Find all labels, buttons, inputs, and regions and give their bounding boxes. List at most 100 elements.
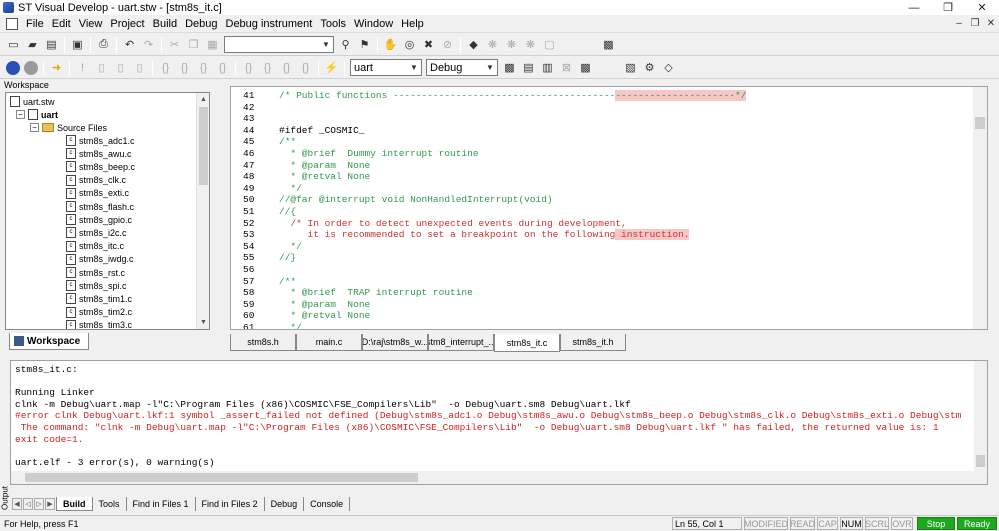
step-icon[interactable]: ❋ <box>484 36 501 53</box>
brace-step-out-icon[interactable]: {} <box>195 59 212 76</box>
output-hscroll[interactable] <box>11 471 987 484</box>
build-icon[interactable]: ▤ <box>520 59 537 76</box>
doc-step-icon[interactable]: ▯ <box>112 59 129 76</box>
code-line[interactable]: 52 /* In order to detect unexpected even… <box>231 218 971 230</box>
tree-file[interactable]: c stm8s_beep.c <box>66 160 135 173</box>
code-line[interactable]: 43 <box>231 113 971 125</box>
tree-folder[interactable]: − Source Files <box>30 121 107 134</box>
file-tab[interactable]: D:\raj\stm8s_w... <box>362 334 428 351</box>
save-icon[interactable]: ▣ <box>69 36 86 53</box>
brace-asm-out-icon[interactable]: {} <box>278 59 295 76</box>
breakpoint-icon[interactable]: ◎ <box>401 36 418 53</box>
cut-icon[interactable]: ✂ <box>166 36 183 53</box>
scroll-down-icon[interactable]: ▼ <box>197 316 209 329</box>
code-line[interactable]: 50 //@far @interrupt void NonHandledInter… <box>231 194 971 206</box>
tree-file[interactable]: c stm8s_gpio.c <box>66 213 132 226</box>
minimize-button[interactable]: — <box>897 0 931 15</box>
file-tab[interactable]: stm8s_it.c <box>494 334 560 352</box>
find-combo[interactable]: ▼ <box>224 36 334 53</box>
output-tab[interactable]: Console <box>304 497 351 511</box>
last-tab-icon[interactable]: ▶ <box>45 498 55 510</box>
code-line[interactable]: 49 */ <box>231 183 971 195</box>
redo-icon[interactable]: ↷ <box>140 36 157 53</box>
open-project-icon[interactable]: ▤ <box>43 36 60 53</box>
chevron-down-icon[interactable]: ▼ <box>483 60 497 75</box>
brace-asm-in-icon[interactable]: {} <box>240 59 257 76</box>
output-vscroll[interactable] <box>974 361 987 471</box>
tree-project[interactable]: − uart <box>16 108 58 121</box>
file-tab[interactable]: main.c <box>296 334 362 351</box>
next-tab-icon[interactable]: ▷ <box>34 498 44 510</box>
run-icon[interactable]: ➜ <box>48 59 65 76</box>
code-line[interactable]: 42 <box>231 102 971 114</box>
tree-file[interactable]: c stm8s_tim2.c <box>66 306 132 319</box>
file-tab[interactable]: stm8s_it.h <box>560 334 626 351</box>
code-line[interactable]: 46 * @brief Dummy interrupt routine <box>231 148 971 160</box>
code-line[interactable]: 60 * @retval None <box>231 310 971 322</box>
file-tab[interactable]: stm8_interrupt_... <box>428 334 494 351</box>
mdi-restore-button[interactable]: ❐ <box>967 18 983 29</box>
output-tab[interactable]: Find in Files 2 <box>196 497 265 511</box>
program-icon[interactable]: ▩ <box>577 59 594 76</box>
doc-stepover-icon[interactable]: ▯ <box>131 59 148 76</box>
step-over-icon[interactable]: ❋ <box>503 36 520 53</box>
first-tab-icon[interactable]: ◀ <box>12 498 22 510</box>
code-line[interactable]: 51 //{ <box>231 206 971 218</box>
tree-file[interactable]: c stm8s_awu.c <box>66 147 132 160</box>
tree-file[interactable]: c stm8s_clk.c <box>66 174 126 187</box>
tree-file[interactable]: c stm8s_spi.c <box>66 279 127 292</box>
tree-file[interactable]: c stm8s_rst.c <box>66 266 125 279</box>
output-tab[interactable]: Find in Files 1 <box>127 497 196 511</box>
code-line[interactable]: 54 */ <box>231 241 971 253</box>
brace-step-in-icon[interactable]: {} <box>157 59 174 76</box>
scroll-thumb[interactable] <box>976 455 985 467</box>
code-line[interactable]: 45 /** <box>231 136 971 148</box>
scroll-thumb[interactable] <box>199 107 208 185</box>
menu-project[interactable]: Project <box>106 18 148 30</box>
menu-tools[interactable]: Tools <box>316 18 350 30</box>
watch-icon[interactable]: ◆ <box>465 36 482 53</box>
hand-icon[interactable]: ✋ <box>382 36 399 53</box>
maximize-button[interactable]: ❐ <box>931 0 965 15</box>
chevron-down-icon[interactable]: ▼ <box>407 60 421 75</box>
doc-run-icon[interactable]: ▯ <box>93 59 110 76</box>
code-line[interactable]: 44 #ifdef _COSMIC_ <box>231 125 971 137</box>
collapse-icon[interactable]: − <box>30 123 39 132</box>
print-icon[interactable]: ⎙ <box>95 36 112 53</box>
tree-file[interactable]: c stm8s_adc1.c <box>66 134 135 147</box>
code-line[interactable]: 47 * @param None <box>231 160 971 172</box>
scroll-thumb[interactable] <box>975 117 985 129</box>
code-line[interactable]: 55 //} <box>231 252 971 264</box>
collapse-icon[interactable]: − <box>16 110 25 119</box>
workspace-tab[interactable]: Workspace <box>9 333 89 350</box>
prev-tab-icon[interactable]: ◁ <box>23 498 33 510</box>
code-line[interactable]: 53 it is recommended to set a breakpoint… <box>231 229 971 241</box>
menu-edit[interactable]: Edit <box>48 18 75 30</box>
view-options-icon[interactable]: ▧ <box>622 59 639 76</box>
run-to-cursor-icon[interactable]: ▢ <box>541 36 558 53</box>
chip-icon[interactable]: ▩ <box>600 36 617 53</box>
tree-file[interactable]: c stm8s_flash.c <box>66 200 134 213</box>
tree-file[interactable]: c stm8s_i2c.c <box>66 226 127 239</box>
find-icon[interactable]: ⚲ <box>337 36 354 53</box>
code-line[interactable]: 57 /** <box>231 276 971 288</box>
tree-file[interactable]: c stm8s_tim3.c <box>66 319 132 329</box>
tree-root[interactable]: uart.stw <box>10 95 55 108</box>
output-tab[interactable]: Build <box>56 497 93 511</box>
menu-view[interactable]: View <box>75 18 107 30</box>
rebuild-icon[interactable]: ▥ <box>539 59 556 76</box>
chevron-down-icon[interactable]: ▼ <box>319 37 333 52</box>
mdi-close-button[interactable]: ✕ <box>983 18 999 29</box>
output-panel[interactable]: stm8s_it.c: Running Linker clnk -m Debug\u… <box>10 360 988 485</box>
menu-debug[interactable]: Debug <box>181 18 221 30</box>
debug-stop-icon[interactable] <box>24 60 38 75</box>
find-in-files-icon[interactable]: ⚑ <box>356 36 373 53</box>
output-tab[interactable]: Debug <box>265 497 305 511</box>
scroll-thumb[interactable] <box>25 473 418 482</box>
copy-icon[interactable]: ❐ <box>185 36 202 53</box>
brace-step-over-icon[interactable]: {} <box>176 59 193 76</box>
menu-file[interactable]: File <box>22 18 48 30</box>
code-line[interactable]: 41 /* Public functions ------------------… <box>231 90 971 102</box>
tree-file[interactable]: c stm8s_tim1.c <box>66 292 132 305</box>
open-folder-icon[interactable]: ▰ <box>24 36 41 53</box>
